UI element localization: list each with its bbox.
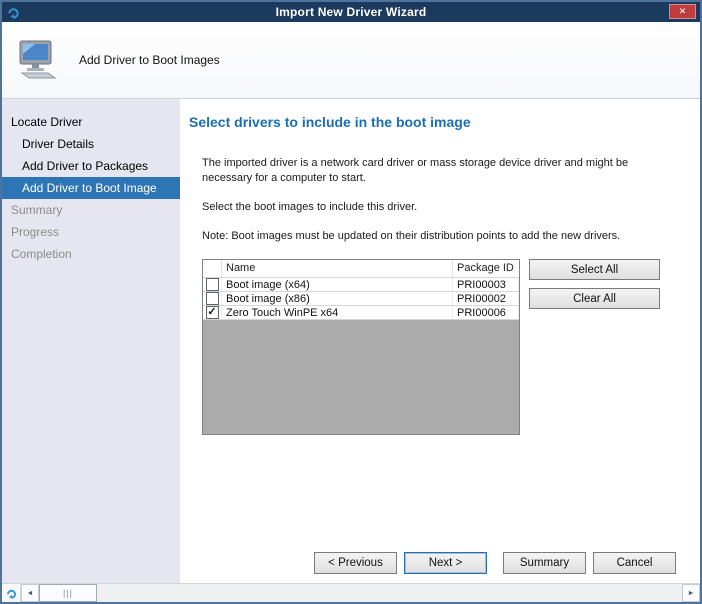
sidebar-item-driver-details[interactable]: Driver Details: [2, 133, 180, 155]
checkbox-cell: ✓: [203, 306, 222, 319]
sidebar-item-add-driver-to-boot-image[interactable]: Add Driver to Boot Image: [2, 177, 180, 199]
boot-images-area: Name Package ID Boot image (x64)PRI00003…: [202, 259, 700, 435]
cell-package-id: PRI00002: [453, 292, 519, 305]
table-row-boot-image-x86[interactable]: Boot image (x86)PRI00002: [203, 292, 519, 306]
corner-app-icon: [2, 584, 21, 602]
sidebar-item-locate-driver[interactable]: Locate Driver: [2, 111, 180, 133]
horizontal-scrollbar-track[interactable]: [97, 584, 682, 602]
wizard-page: Select drivers to include in the boot im…: [180, 99, 700, 583]
wizard-body: Locate DriverDriver DetailsAdd Driver to…: [2, 99, 700, 583]
column-header-name[interactable]: Name: [222, 260, 453, 277]
table-row-zero-touch-winpe-x64[interactable]: ✓Zero Touch WinPE x64PRI00006: [203, 306, 519, 320]
sidebar-item-progress[interactable]: Progress: [2, 221, 180, 243]
sidebar-item-completion[interactable]: Completion: [2, 243, 180, 265]
column-header-package-id[interactable]: Package ID: [453, 260, 519, 277]
boot-image-checkbox[interactable]: [206, 292, 219, 305]
select-all-button[interactable]: Select All: [529, 259, 660, 280]
instruction-text-1: The imported driver is a network card dr…: [202, 156, 676, 186]
wizard-header: Add Driver to Boot Images: [2, 22, 700, 99]
wizard-steps-sidebar: Locate DriverDriver DetailsAdd Driver to…: [2, 99, 180, 583]
close-button[interactable]: ✕: [669, 4, 696, 19]
scroll-left-arrow[interactable]: ◄: [21, 584, 39, 602]
window-title: Import New Driver Wizard: [2, 5, 700, 19]
cell-package-id: PRI00006: [453, 306, 519, 319]
instructions-block: The imported driver is a network card dr…: [202, 156, 676, 243]
page-title: Select drivers to include in the boot im…: [189, 114, 700, 130]
summary-button[interactable]: Summary: [503, 552, 586, 574]
wizard-navigation-buttons: < Previous Next > Summary Cancel: [307, 552, 676, 574]
cell-name: Boot image (x86): [222, 292, 453, 305]
boot-image-checkbox[interactable]: ✓: [206, 306, 219, 319]
checkbox-cell: [203, 292, 222, 305]
computer-icon: [15, 40, 61, 80]
next-button[interactable]: Next >: [404, 552, 487, 574]
cancel-button[interactable]: Cancel: [593, 552, 676, 574]
table-row-boot-image-x64[interactable]: Boot image (x64)PRI00003: [203, 278, 519, 292]
boot-images-table: Name Package ID Boot image (x64)PRI00003…: [202, 259, 520, 435]
clear-all-button[interactable]: Clear All: [529, 288, 660, 309]
boot-image-checkbox[interactable]: [206, 278, 219, 291]
checkbox-cell: [203, 278, 222, 291]
wizard-app-icon: [7, 6, 20, 19]
previous-button[interactable]: < Previous: [314, 552, 397, 574]
cell-name: Zero Touch WinPE x64: [222, 306, 453, 319]
bottom-scrollbar-strip: ◄ ||| ►: [2, 583, 700, 602]
table-empty-area: [203, 320, 519, 434]
import-new-driver-wizard-window: Import New Driver Wizard ✕ Add Driver to…: [0, 0, 702, 604]
instruction-text-2: Select the boot images to include this d…: [202, 200, 676, 215]
header-title: Add Driver to Boot Images: [79, 53, 220, 67]
selection-buttons: Select All Clear All: [529, 259, 660, 435]
titlebar: Import New Driver Wizard ✕: [2, 2, 700, 22]
scroll-right-arrow[interactable]: ►: [682, 584, 700, 602]
cell-name: Boot image (x64): [222, 278, 453, 291]
sidebar-item-add-driver-to-packages[interactable]: Add Driver to Packages: [2, 155, 180, 177]
instruction-text-3: Note: Boot images must be updated on the…: [202, 229, 676, 244]
table-header: Name Package ID: [203, 260, 519, 278]
horizontal-scrollbar-thumb[interactable]: |||: [39, 584, 97, 602]
checkbox-column-header: [203, 260, 222, 277]
cell-package-id: PRI00003: [453, 278, 519, 291]
table-rows: Boot image (x64)PRI00003Boot image (x86)…: [203, 278, 519, 320]
sidebar-item-summary[interactable]: Summary: [2, 199, 180, 221]
